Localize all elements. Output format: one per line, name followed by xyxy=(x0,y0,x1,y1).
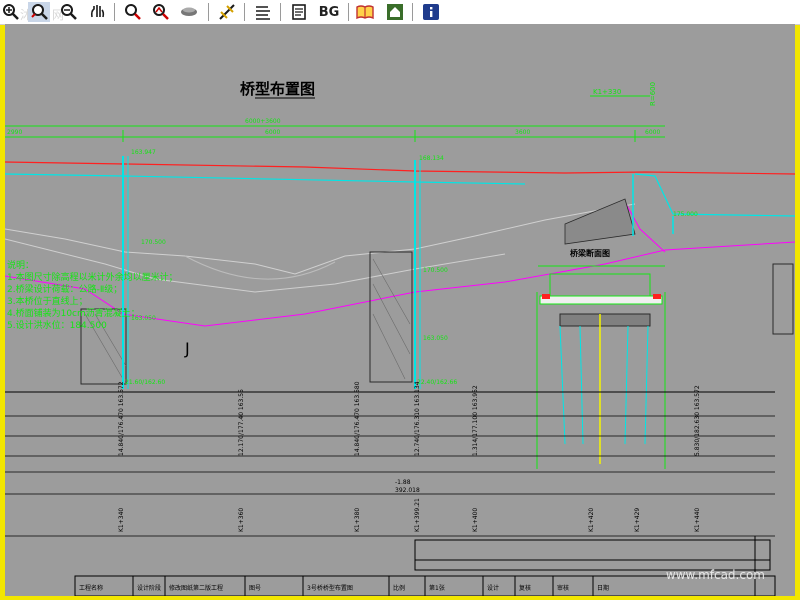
pier2-top-elev: 168.134 xyxy=(419,155,444,162)
tb-project: 工程名称 xyxy=(79,584,103,592)
curve-label: K1+330 xyxy=(593,88,621,96)
dim-total: 6000+3600 xyxy=(245,118,281,125)
tb-drawno: 图号 xyxy=(249,585,261,592)
stake-7: K1+429 xyxy=(634,508,641,532)
tb-name: 修改图纸第二版工程 xyxy=(169,584,223,592)
tb-design: 设计 xyxy=(487,584,499,592)
tb-date: 日期 xyxy=(597,584,609,592)
stake-3: K1+380 xyxy=(354,508,361,532)
note-2: 1.本图尺寸除高程以米计外余均以厘米计； xyxy=(7,271,178,283)
layer-icon[interactable] xyxy=(178,2,200,22)
note-4: 3.本桥位于直线上； xyxy=(7,295,88,307)
dim-right: 6000 xyxy=(645,129,660,136)
stake-4: K1+399.21 xyxy=(414,498,421,532)
zoom-out-icon[interactable] xyxy=(58,2,80,22)
drawing-canvas[interactable]: 桥型布置图 K1+330 R=600 6000+3600 2990 6000 3… xyxy=(5,24,795,596)
elev-3: 14.840/176.470 163.580 xyxy=(354,381,361,456)
background-button[interactable]: BG xyxy=(316,2,342,22)
elev-5: 1.314/177.100 163.952 xyxy=(472,385,479,456)
slope-length: 392.018 xyxy=(395,487,420,494)
note-3: 2.桥梁设计荷载：公路-Ⅱ级； xyxy=(7,283,122,295)
tb-stage: 设计阶段 xyxy=(137,584,161,592)
pier1-top-elev: 163.947 xyxy=(131,149,156,156)
pier2-label-2: 163.050 xyxy=(423,335,448,342)
dim-left-end: 2990 xyxy=(7,129,22,136)
viewer-toolbar: 沐风网 BG xyxy=(0,0,800,25)
stake-1: K1+340 xyxy=(118,508,125,532)
stake-5: K1+400 xyxy=(472,508,479,532)
note-6: 5.设计洪水位：184.500 xyxy=(7,319,107,331)
pan-icon[interactable] xyxy=(86,2,108,22)
elev-2: 12.170/177.40 163.55 xyxy=(238,389,245,456)
zoom-window-icon[interactable] xyxy=(28,2,50,22)
stratum-mark: J xyxy=(184,339,190,358)
elev-6: 5.830/182.630 163.572 xyxy=(694,385,701,456)
pier1-label-1: 170.500 xyxy=(141,239,166,246)
tb-scale: 比例 xyxy=(393,584,405,592)
pier2-bottom-elev: 22.40/162.66 xyxy=(417,379,457,386)
info-icon[interactable] xyxy=(420,2,442,22)
abutment-elev: 175.000 xyxy=(673,211,698,218)
note-1: 说明： xyxy=(7,259,34,271)
elev-4: 12.740/176.310 163.134 xyxy=(414,381,421,456)
stake-6: K1+420 xyxy=(588,508,595,532)
dim-left: 6000 xyxy=(265,129,280,136)
zoom-extents-icon[interactable] xyxy=(122,2,144,22)
elev-1: 14.840/176.470 163.572 xyxy=(118,381,125,456)
tb-drawing: 3号桥桥型布置图 xyxy=(307,584,353,592)
stake-2: K1+360 xyxy=(238,508,245,532)
help-book-icon[interactable] xyxy=(354,2,376,22)
dim-mid: 3600 xyxy=(515,129,530,136)
curve-radius: R=600 xyxy=(649,82,657,106)
tb-sheet: 第1张 xyxy=(429,584,445,592)
layers-list-icon[interactable] xyxy=(252,2,274,22)
home-icon[interactable] xyxy=(384,2,406,22)
tb-review: 审核 xyxy=(557,584,569,592)
pier2-label-1: 170.500 xyxy=(423,267,448,274)
tb-check: 复核 xyxy=(519,584,531,592)
measure-icon[interactable] xyxy=(216,2,238,22)
zoom-previous-icon[interactable] xyxy=(150,2,172,22)
background-button-label: BG xyxy=(318,4,340,20)
drawing-title: 桥型布置图 xyxy=(240,80,315,98)
site-watermark: www.mfcad.com xyxy=(665,568,765,582)
note-5: 4.桥面铺装为10cm沥青混凝土； xyxy=(7,307,140,319)
slope-text: -1.88 xyxy=(395,479,411,486)
title-block: 工程名称 设计阶段 修改图纸第二版工程 图号 3号桥桥型布置图 比例 第1张 设… xyxy=(79,576,609,596)
print-icon[interactable] xyxy=(288,2,310,22)
stake-8: K1+440 xyxy=(694,508,701,532)
zoom-in-icon[interactable] xyxy=(0,2,22,22)
cad-drawing: 桥型布置图 K1+330 R=600 6000+3600 2990 6000 3… xyxy=(5,80,795,596)
pier1-bottom-elev: 21.60/162.60 xyxy=(125,379,165,386)
section-title: 桥梁断面图 xyxy=(570,248,610,258)
